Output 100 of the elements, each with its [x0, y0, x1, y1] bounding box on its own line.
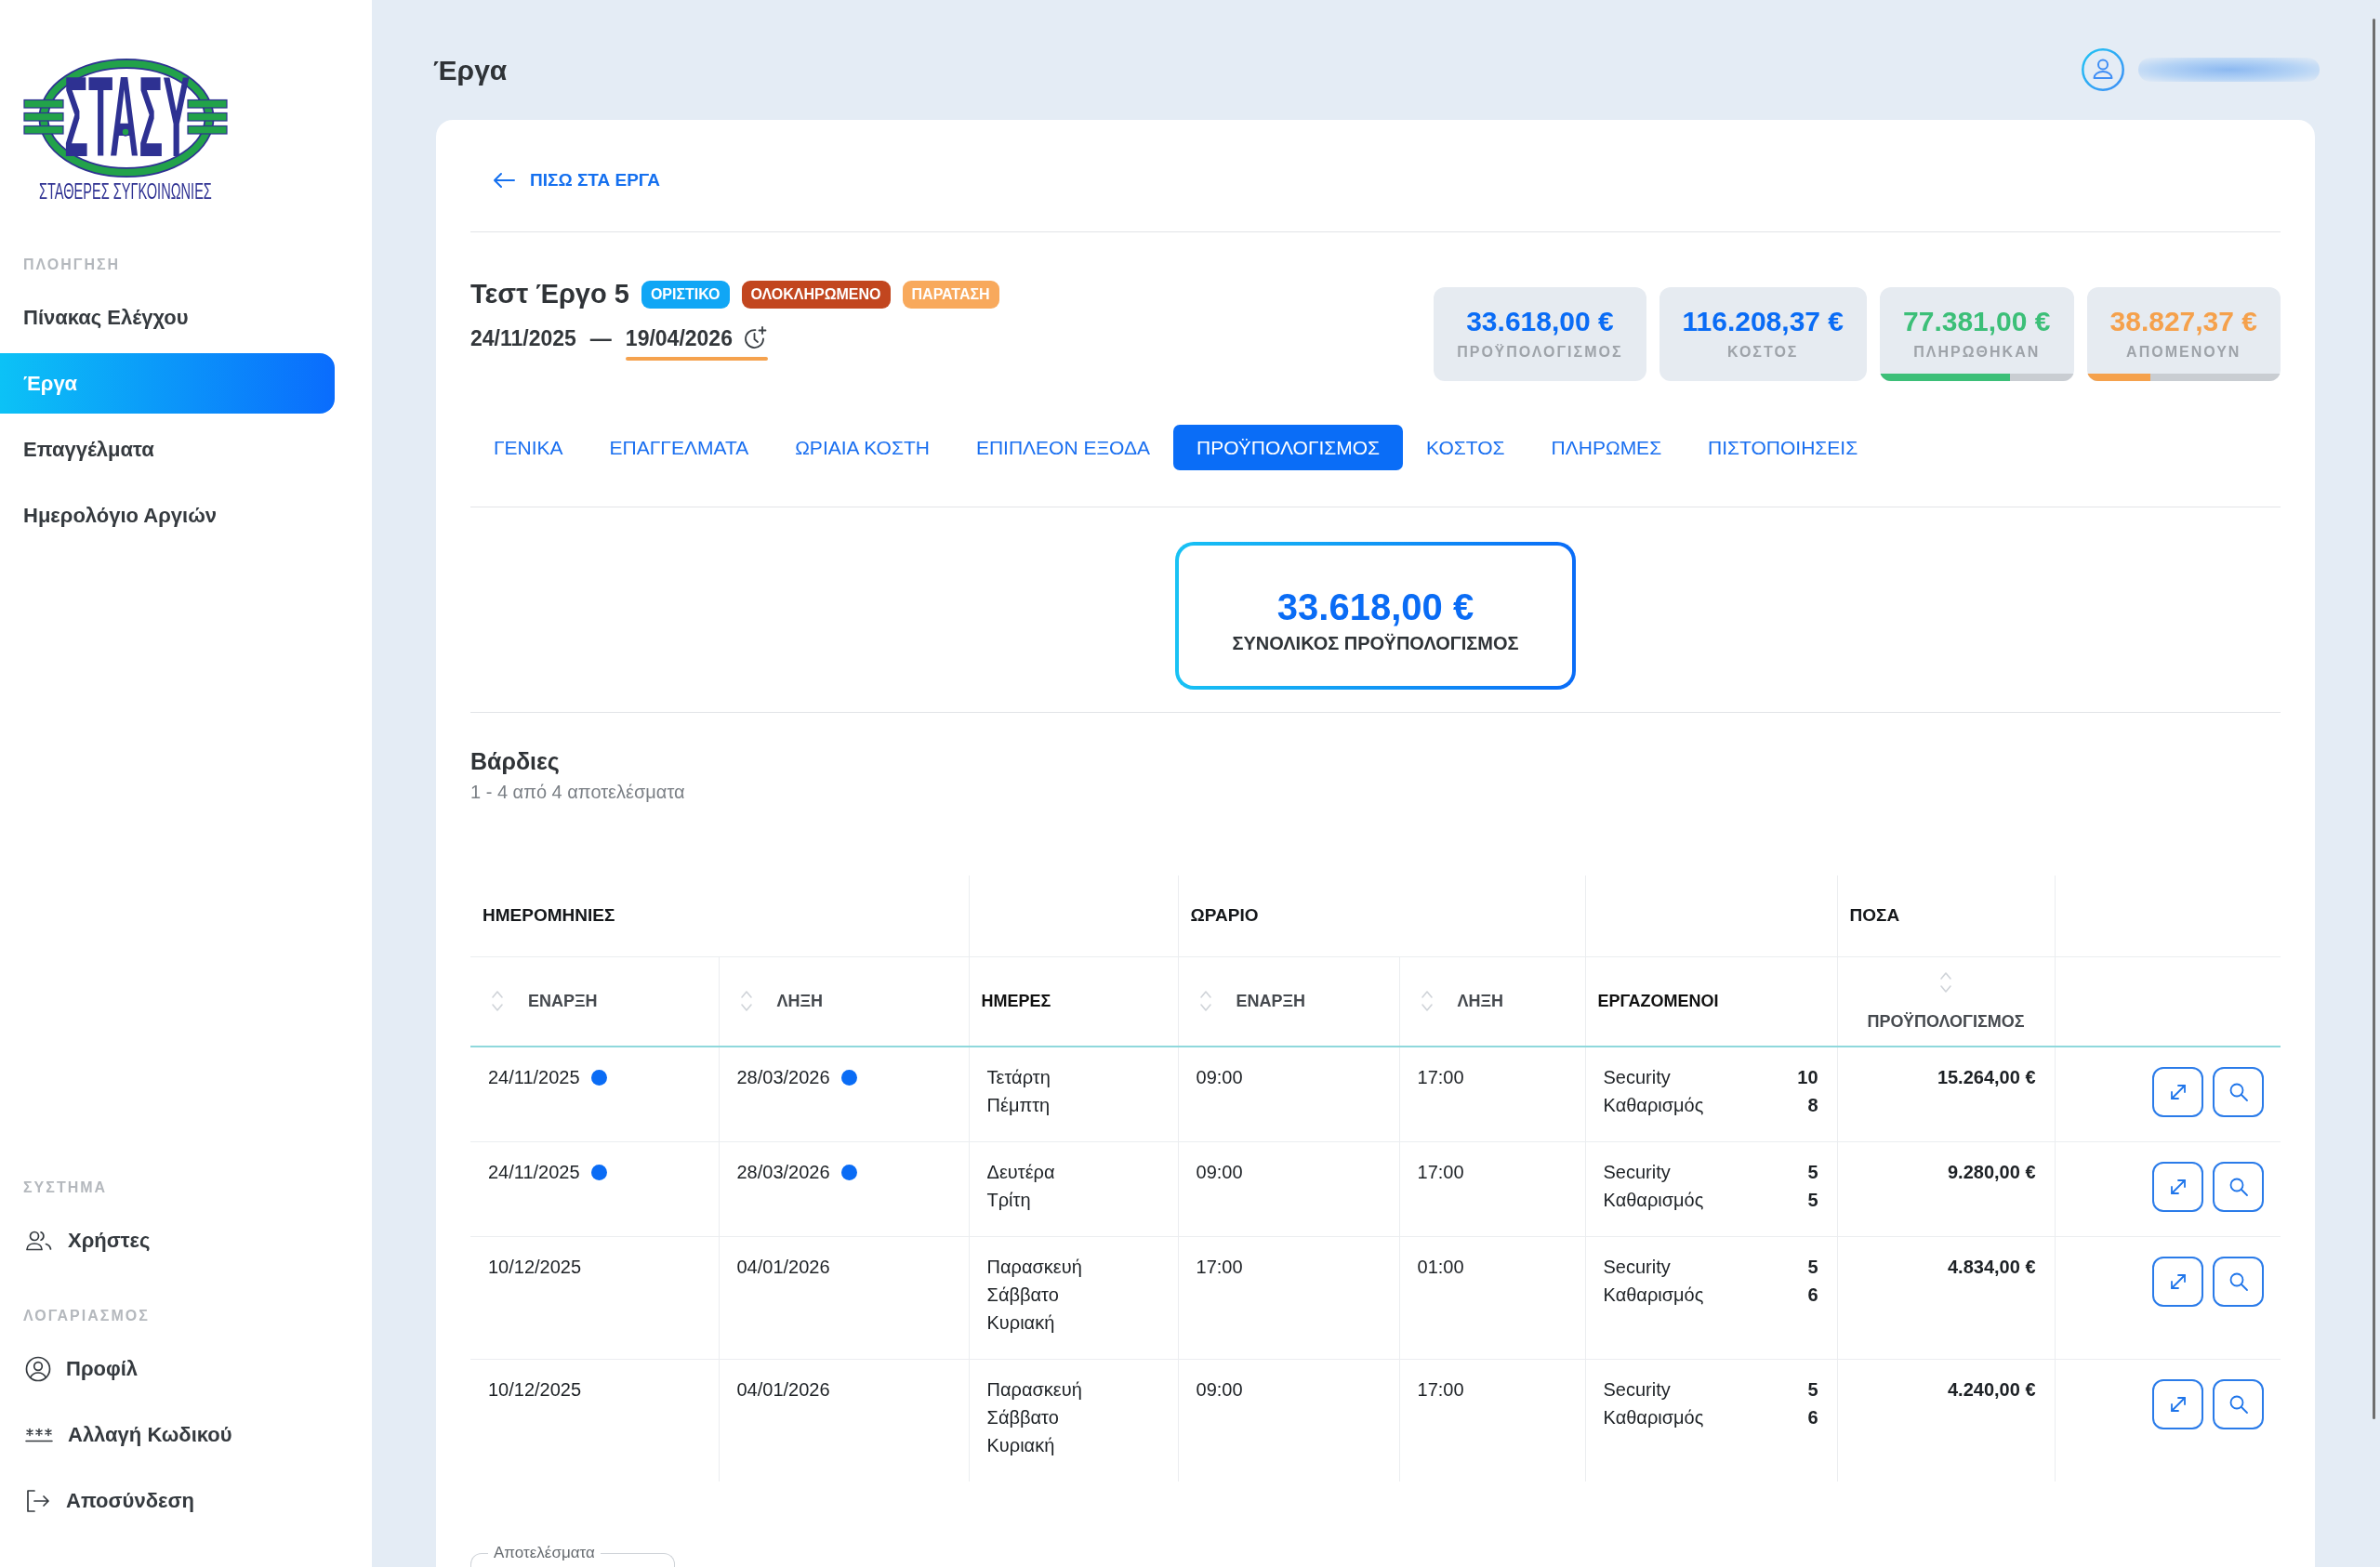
results-summary: 1 - 4 από 4 αποτελέσματα [470, 781, 685, 804]
logo-emblem: ΣΤΑΣΥ [23, 58, 228, 180]
stat-label: ΠΡΟΫΠΟΛΟΓΙΣΜΟΣ [1457, 343, 1623, 362]
back-arrow-icon [493, 172, 515, 189]
staff-count-text: 5 [1807, 1256, 1818, 1279]
stat-value: 116.208,37 € [1682, 306, 1844, 337]
project-title: Τεστ Έργο 5 [470, 278, 629, 311]
column-header: ΗΜΕΡΕΣ [981, 990, 1051, 1012]
date-text: 10/12/2025 [488, 1378, 582, 1402]
staff-role-text: Καθαρισμός [1603, 1406, 1704, 1429]
sidebar-item[interactable]: Προφίλ [0, 1338, 335, 1399]
time-text: 17:00 [1417, 1162, 1464, 1182]
users-icon [25, 1229, 53, 1252]
column-header: ΕΝΑΡΞΗ [1236, 990, 1306, 1012]
column-group-header: ΩΡΑΡΙΟ [1190, 905, 1259, 925]
expand-button[interactable] [2152, 1067, 2204, 1117]
expand-button[interactable] [2152, 1257, 2204, 1307]
date-separator: — [589, 325, 612, 352]
tab[interactable]: ΠΡΟΫΠΟΛΟΓΙΣΜΟΣ [1173, 425, 1404, 470]
staff-count-text: 5 [1807, 1378, 1818, 1402]
staff-role-text: Καθαρισμός [1603, 1284, 1704, 1307]
weekday-text: Τρίτη [986, 1189, 1032, 1212]
staff-count-text: 6 [1807, 1406, 1818, 1429]
page-title: Έργα [433, 53, 508, 87]
search-button[interactable] [2213, 1067, 2265, 1117]
back-link[interactable]: ΠΙΣΩ ΣΤΑ ΕΡΓΑ [483, 162, 669, 199]
amount-text: 4.834,00 € [1948, 1256, 2036, 1279]
time-text: 17:00 [1417, 1379, 1464, 1400]
column-header: ΛΗΞΗ [776, 990, 824, 1012]
amount-text: 15.264,00 € [1937, 1066, 2036, 1089]
amount-text: 4.240,00 € [1948, 1378, 2036, 1402]
staff-count-text: 5 [1807, 1189, 1818, 1212]
expand-button[interactable] [2152, 1379, 2204, 1429]
date-text: 24/11/2025 [488, 1161, 580, 1184]
staff-count-text: 10 [1797, 1066, 1818, 1089]
column-header: ΛΗΞΗ [1457, 990, 1504, 1012]
stat-value: 38.827,37 € [2109, 306, 2257, 337]
sidebar-item[interactable]: Πίνακας Ελέγχου [0, 287, 335, 348]
staff-count-text: 5 [1807, 1161, 1818, 1184]
staff-role-text: Καθαρισμός [1603, 1189, 1704, 1212]
column-group-header: ΗΜΕΡΟΜΗΝΙΕΣ [483, 905, 615, 925]
weekday-text: Σάββατο [986, 1284, 1060, 1307]
column-group-header: ΠΟΣΑ [1849, 905, 1900, 925]
staff-role-text: Καθαρισμός [1603, 1094, 1704, 1117]
weekday-text: Δευτέρα [986, 1161, 1056, 1184]
time-text: 09:00 [1196, 1067, 1243, 1087]
user-avatar-icon[interactable] [2082, 48, 2124, 91]
search-button[interactable] [2213, 1162, 2265, 1212]
logo-caption: ΣΤΑΘΕΡΕΣ ΣΥΓΚΟΙΝΩΝΙΕΣ [39, 178, 212, 204]
amount-text: 9.280,00 € [1948, 1161, 2036, 1184]
profile-icon [25, 1355, 51, 1382]
date-text: 24/11/2025 [488, 1066, 580, 1089]
status-badge: ΟΛΟΚΛΗΡΩΜΕΝΟ [741, 281, 891, 309]
weekday-text: Κυριακή [986, 1311, 1056, 1335]
stat-label: ΑΠΟΜΕΝΟΥΝ [2125, 343, 2242, 362]
sidebar-item[interactable]: Έργα [0, 353, 335, 414]
weekday-text: Παρασκευή [986, 1256, 1083, 1279]
status-badge: ΠΑΡΑΤΑΣΗ [902, 281, 999, 309]
time-text: 01:00 [1417, 1257, 1464, 1277]
search-button[interactable] [2213, 1257, 2265, 1307]
staff-role-text: Security [1603, 1256, 1671, 1279]
date-text: 04/01/2026 [736, 1378, 830, 1402]
total-budget-value: 33.618,00 € [1276, 585, 1474, 629]
sidebar-item[interactable]: Επαγγέλματα [0, 419, 335, 480]
tab[interactable]: ΕΠΑΓΓΕΛΜΑΤΑ [586, 425, 773, 470]
expand-button[interactable] [2152, 1162, 2204, 1212]
sidebar-item[interactable]: Αλλαγή Κωδικού [0, 1404, 335, 1465]
weekday-text: Πέμπτη [986, 1094, 1051, 1117]
staff-role-text: Security [1603, 1066, 1671, 1089]
staff-role-text: Security [1603, 1378, 1671, 1402]
sidebar-item[interactable]: Ημερολόγιο Αργιών [0, 485, 335, 546]
tab[interactable]: ΕΠΙΠΛΕΟΝ ΕΞΟΔΑ [952, 425, 1174, 470]
time-text: 09:00 [1196, 1379, 1243, 1400]
weekday-text: Παρασκευή [986, 1378, 1083, 1402]
stat-value: 77.381,00 € [1903, 306, 2051, 337]
date-text: 10/12/2025 [488, 1256, 582, 1279]
total-budget-label: ΣΥΝΟΛΙΚΟΣ ΠΡΟΫΠΟΛΟΓΙΣΜΟΣ [1232, 631, 1519, 655]
status-badge: ΟΡΙΣΤΙΚΟ [641, 281, 730, 309]
end-date: 19/04/2026 [625, 325, 733, 352]
sidebar-section-heading: ΠΛΟΗΓΗΣΗ [22, 256, 121, 274]
tab[interactable]: ΠΙΣΤΟΠΟΙΗΣΕΙΣ [1685, 425, 1882, 470]
date-text: 28/03/2026 [736, 1066, 830, 1089]
search-button[interactable] [2213, 1379, 2265, 1429]
scrollbar-thumb[interactable] [2373, 19, 2375, 1419]
column-header: ΠΡΟΫΠΟΛΟΓΙΣΜΟΣ [1867, 1010, 2025, 1033]
time-text: 17:00 [1196, 1257, 1243, 1277]
password-icon [25, 1427, 53, 1442]
logout-icon [25, 1488, 51, 1513]
staff-count-text: 6 [1807, 1284, 1818, 1307]
tab[interactable]: ΠΛΗΡΩΜΕΣ [1527, 425, 1686, 470]
sidebar-section-heading: ΛΟΓΑΡΙΑΣΜΟΣ [22, 1307, 150, 1325]
tab[interactable]: ΓΕΝΙΚΑ [470, 425, 587, 470]
sidebar-item[interactable]: Χρήστες [0, 1210, 335, 1271]
tab[interactable]: ΚΟΣΤΟΣ [1403, 425, 1528, 470]
weekday-text: Τετάρτη [986, 1066, 1051, 1089]
results-per-page-select[interactable]: Αποτελέσματα [470, 1544, 675, 1567]
tab[interactable]: ΩΡΙΑΙΑ ΚΟΣΤΗ [772, 425, 953, 470]
section-title: Βάρδιες [470, 747, 560, 776]
sidebar-item[interactable]: Αποσύνδεση [0, 1470, 335, 1531]
date-text: 28/03/2026 [736, 1161, 830, 1184]
